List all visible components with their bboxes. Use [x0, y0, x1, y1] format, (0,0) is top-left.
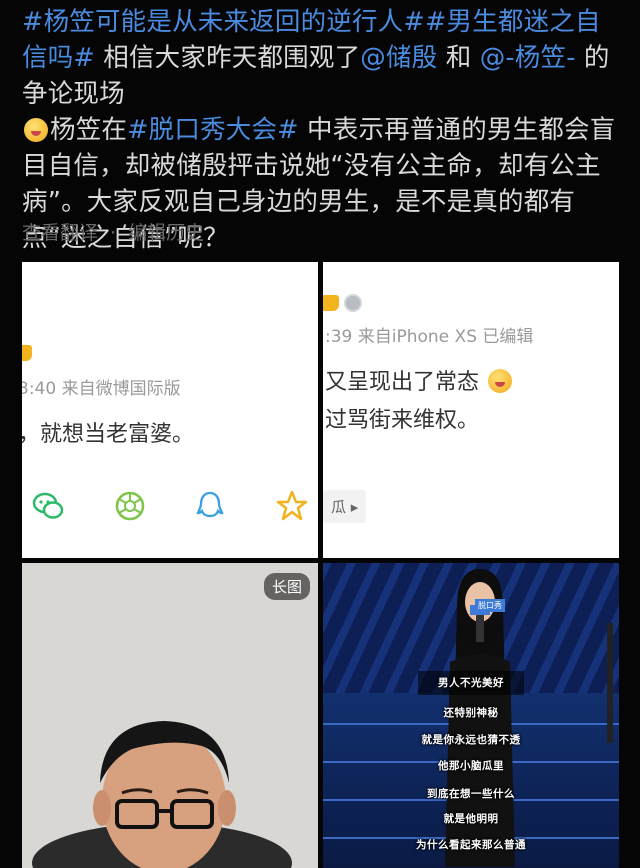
translate-link[interactable]: 查看翻译 — [22, 222, 98, 244]
screenshot-body-text: 过骂街来维权。 — [325, 408, 480, 433]
medal-icon — [344, 293, 363, 312]
trailing-chip: 瓜 ▸ — [323, 490, 367, 523]
subtitle-line: 到底在想一些什么 — [427, 788, 515, 800]
subtitle-line: 为什么看起来那么普通 — [416, 839, 526, 851]
mention-link[interactable]: @-杨笠- — [480, 43, 576, 73]
meta-separator: · — [110, 222, 117, 244]
post-text-segment: 杨笠在 — [50, 115, 128, 145]
wechat-icon — [30, 488, 66, 524]
subtitle-line: 男人不光美好 — [438, 677, 504, 689]
edit-history-link[interactable]: 编辑历史 — [128, 222, 204, 244]
screenshot-body-text: 又呈现出了常态 — [325, 364, 514, 396]
crown-icon — [22, 344, 32, 361]
time-source: :39 来自iPhone XS 已编辑 — [325, 327, 534, 347]
time-source: 3:40 来自微博国际版 — [22, 379, 181, 399]
image-thumb-3[interactable]: 长图 — [22, 563, 318, 868]
image-thumb-1[interactable]: 3:40 来自微博国际版 ，就想当老富婆。 — [22, 262, 318, 558]
subtitle-line: 就是他明明 — [443, 813, 499, 825]
screenshot-body-text: ，就想当老富婆。 — [22, 422, 195, 447]
hashtag-link[interactable]: #杨笠可能是从未来返回的逆行人# — [22, 7, 425, 37]
show-logo: 脱口秀 — [475, 599, 505, 612]
subtitle-line: 就是你永远也猜不透 — [421, 734, 521, 746]
subtitle-line: 他那小脑瓜里 — [438, 760, 504, 772]
share-row — [22, 488, 318, 528]
post-text-segment: 相信大家昨天都围观了 — [94, 43, 361, 73]
image-thumb-2[interactable]: :39 来自iPhone XS 已编辑 又呈现出了常态 过骂街来维权。 瓜 ▸ — [323, 262, 619, 558]
post-meta: 查看翻译 · 编辑历史 — [22, 218, 210, 245]
smile-emoji-icon — [488, 369, 513, 393]
star-favorite-icon — [274, 488, 310, 524]
crown-icon — [323, 294, 339, 311]
image-thumb-4[interactable]: 脱口秀 男人不光美好 还特别神秘 就是你永远也猜不透 他那小脑瓜里 到底在想一些… — [323, 563, 619, 868]
hashtag-link[interactable]: #脱口秀大会# — [127, 115, 299, 145]
moments-icon — [112, 488, 148, 524]
post-text-segment: 和 — [437, 43, 480, 73]
body-line: 又呈现出了常态 — [325, 370, 480, 395]
subtitle-line: 还特别神秘 — [443, 707, 499, 719]
qq-icon — [192, 488, 228, 524]
image-grid: 3:40 来自微博国际版 ，就想当老富婆。 :39 来自iPhone XS 已编… — [22, 262, 619, 868]
drool-emoji-icon — [24, 118, 48, 142]
mention-link[interactable]: @储殷 — [360, 43, 437, 73]
man-portrait — [32, 721, 292, 868]
